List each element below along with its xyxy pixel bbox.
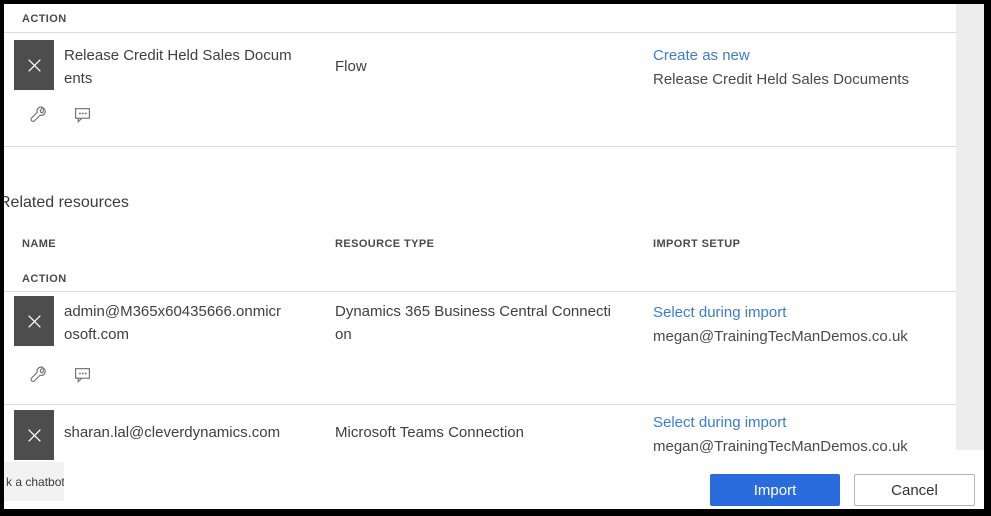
connection-row-tile xyxy=(14,410,54,460)
dialog-content: ACTION Release Credit Held Sales Docum e… xyxy=(4,4,984,509)
flow-row-resource-type: Flow xyxy=(335,55,635,78)
connection-row-import-value: megan@TrainingTecManDemos.co.uk xyxy=(653,435,908,458)
column-header-action: ACTION xyxy=(22,273,67,285)
flow-row-tile xyxy=(14,40,54,90)
wrench-icon[interactable] xyxy=(28,365,46,383)
connection-row-tools xyxy=(28,365,91,383)
column-header-resource-type: RESOURCE TYPE xyxy=(335,238,434,250)
column-header-action: ACTION xyxy=(22,13,67,25)
connection-row-tile xyxy=(14,296,54,346)
connection-row-resource-type: Dynamics 365 Business Central Connecti o… xyxy=(335,300,640,346)
import-button[interactable]: Import xyxy=(710,474,840,506)
flow-row-import-value: Release Credit Held Sales Documents xyxy=(653,68,909,91)
vertical-scrollbar[interactable] xyxy=(956,4,984,450)
flow-row-tools xyxy=(28,105,91,123)
x-cross-icon xyxy=(26,313,43,330)
x-cross-icon xyxy=(26,427,43,444)
cancel-button[interactable]: Cancel xyxy=(854,474,975,506)
flow-row-name: Release Credit Held Sales Docum ents xyxy=(64,44,324,90)
connection-row-name: sharan.lal@cleverdynamics.com xyxy=(64,421,344,444)
cancel-button-label: Cancel xyxy=(891,482,938,499)
divider xyxy=(4,404,956,405)
column-header-name: NAME xyxy=(22,238,56,250)
divider xyxy=(4,146,956,147)
connection-row-import-value: megan@TrainingTecManDemos.co.uk xyxy=(653,325,908,348)
wrench-icon[interactable] xyxy=(28,105,46,123)
connection-row-name: admin@M365x60435666.onmicr osoft.com xyxy=(64,300,324,346)
comment-icon[interactable] xyxy=(73,365,91,383)
comment-icon[interactable] xyxy=(73,105,91,123)
connection-row-resource-type: Microsoft Teams Connection xyxy=(335,421,640,444)
select-during-import-link[interactable]: Select during import xyxy=(653,411,786,434)
import-solution-dialog: ACTION Release Credit Held Sales Docum e… xyxy=(0,0,991,516)
select-during-import-link[interactable]: Select during import xyxy=(653,301,786,324)
x-cross-icon xyxy=(26,57,43,74)
divider xyxy=(4,32,956,33)
ask-chatbot-label: k a chatbot xyxy=(6,475,64,489)
import-button-label: Import xyxy=(754,482,797,499)
divider xyxy=(4,291,956,292)
ask-chatbot-button[interactable]: k a chatbot xyxy=(4,462,64,501)
column-header-import-setup: IMPORT SETUP xyxy=(653,238,740,250)
related-resources-title: Related resources xyxy=(4,194,129,212)
create-as-new-link[interactable]: Create as new xyxy=(653,44,750,67)
